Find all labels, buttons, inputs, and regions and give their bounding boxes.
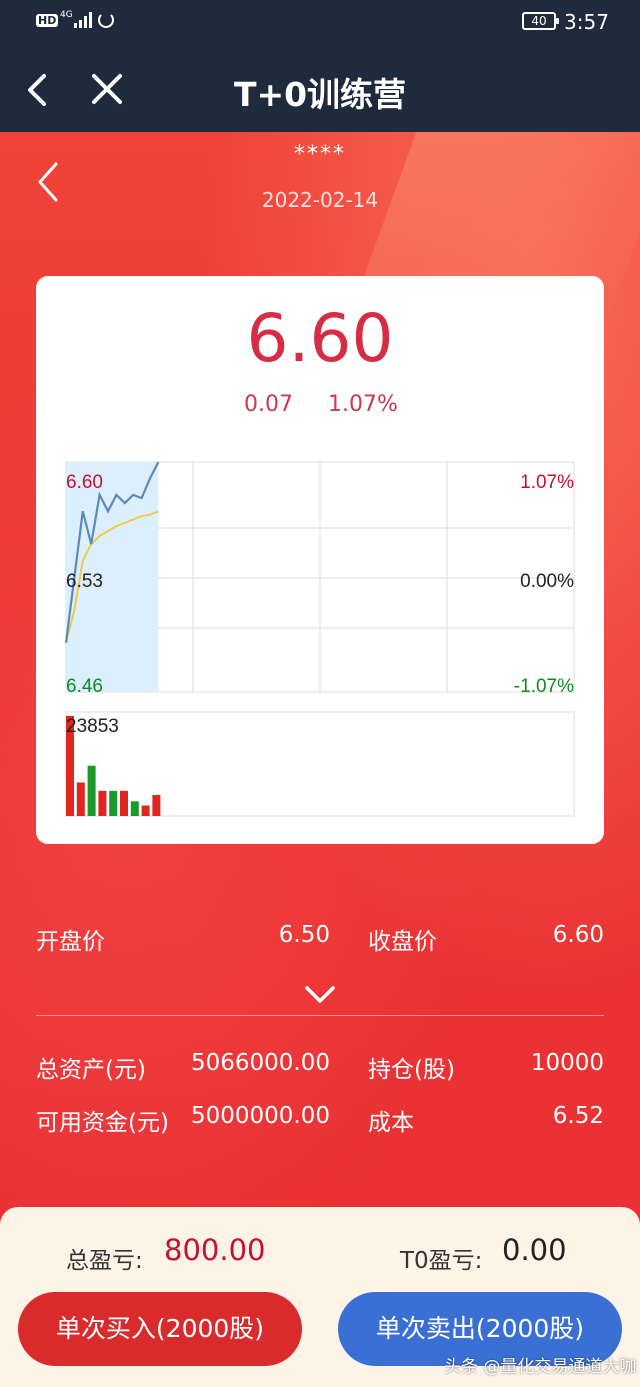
page-title: T+0训练营 xyxy=(233,75,407,114)
price-axis-high: 6.60 xyxy=(66,472,103,493)
battery-icon: 40 xyxy=(522,12,559,30)
nav-bar: T+0训练营 xyxy=(0,46,640,132)
chevron-down-icon[interactable] xyxy=(304,984,336,1006)
network-label: 4G xyxy=(60,10,73,20)
position-value: 10000 xyxy=(530,1050,604,1076)
status-bar: HD 4G 40 3:57 xyxy=(0,0,640,46)
volume-bar xyxy=(152,795,161,816)
position-label: 持仓(股) xyxy=(368,1057,455,1083)
quote-card: 6.60 0.07 1.07% 6.60 6.53 6.46 1.07% 0.0… xyxy=(36,276,604,844)
volume-bar xyxy=(141,805,150,816)
total-pl-label: 总盈亏: xyxy=(66,1248,143,1274)
total-pl-value: 800.00 xyxy=(164,1233,266,1267)
close-price-label: 收盘价 xyxy=(368,929,437,955)
trade-date: 2022-02-14 xyxy=(261,188,379,212)
price-axis-mid: 6.53 xyxy=(66,571,103,592)
volume-bar xyxy=(98,790,107,816)
pct-axis-high: 1.07% xyxy=(520,472,574,493)
available-funds-value: 5000000.00 xyxy=(190,1103,330,1129)
open-price-label: 开盘价 xyxy=(36,929,105,955)
divider xyxy=(36,1015,604,1016)
cost-value: 6.52 xyxy=(552,1103,604,1129)
volume-bar xyxy=(76,782,85,816)
available-funds-label: 可用资金(元) xyxy=(36,1110,169,1136)
pct-axis-mid: 0.00% xyxy=(520,571,574,592)
clock: 3:57 xyxy=(564,10,609,34)
price-axis-low: 6.46 xyxy=(66,676,103,697)
intraday-chart: 6.60 6.53 6.46 1.07% 0.00% -1.07% 23853 xyxy=(64,461,575,817)
t0-pl-label: T0盈亏: xyxy=(400,1248,483,1274)
stock-name: **** xyxy=(294,142,346,167)
volume-bar xyxy=(120,790,128,816)
signal-icon xyxy=(74,12,92,28)
t0-pl-value: 0.00 xyxy=(502,1233,567,1267)
cost-label: 成本 xyxy=(368,1110,414,1136)
loading-icon xyxy=(98,12,114,28)
pct-axis-low: -1.07% xyxy=(514,676,574,697)
open-price-value: 6.50 xyxy=(278,922,330,948)
volume-bar xyxy=(87,765,96,816)
volume-bar xyxy=(109,790,118,816)
buy-button[interactable]: 单次买入(2000股) xyxy=(18,1292,302,1366)
watermark: 头条 @量化交易通道大咖 xyxy=(444,1357,637,1377)
close-price-value: 6.60 xyxy=(552,922,604,948)
volume-panel-frame xyxy=(65,711,575,817)
volume-bar xyxy=(130,801,139,816)
volume-max-label: 23853 xyxy=(66,716,119,737)
hd-icon: HD xyxy=(36,14,59,27)
total-assets-value: 5066000.00 xyxy=(190,1050,330,1076)
total-assets-label: 总资产(元) xyxy=(36,1057,146,1083)
